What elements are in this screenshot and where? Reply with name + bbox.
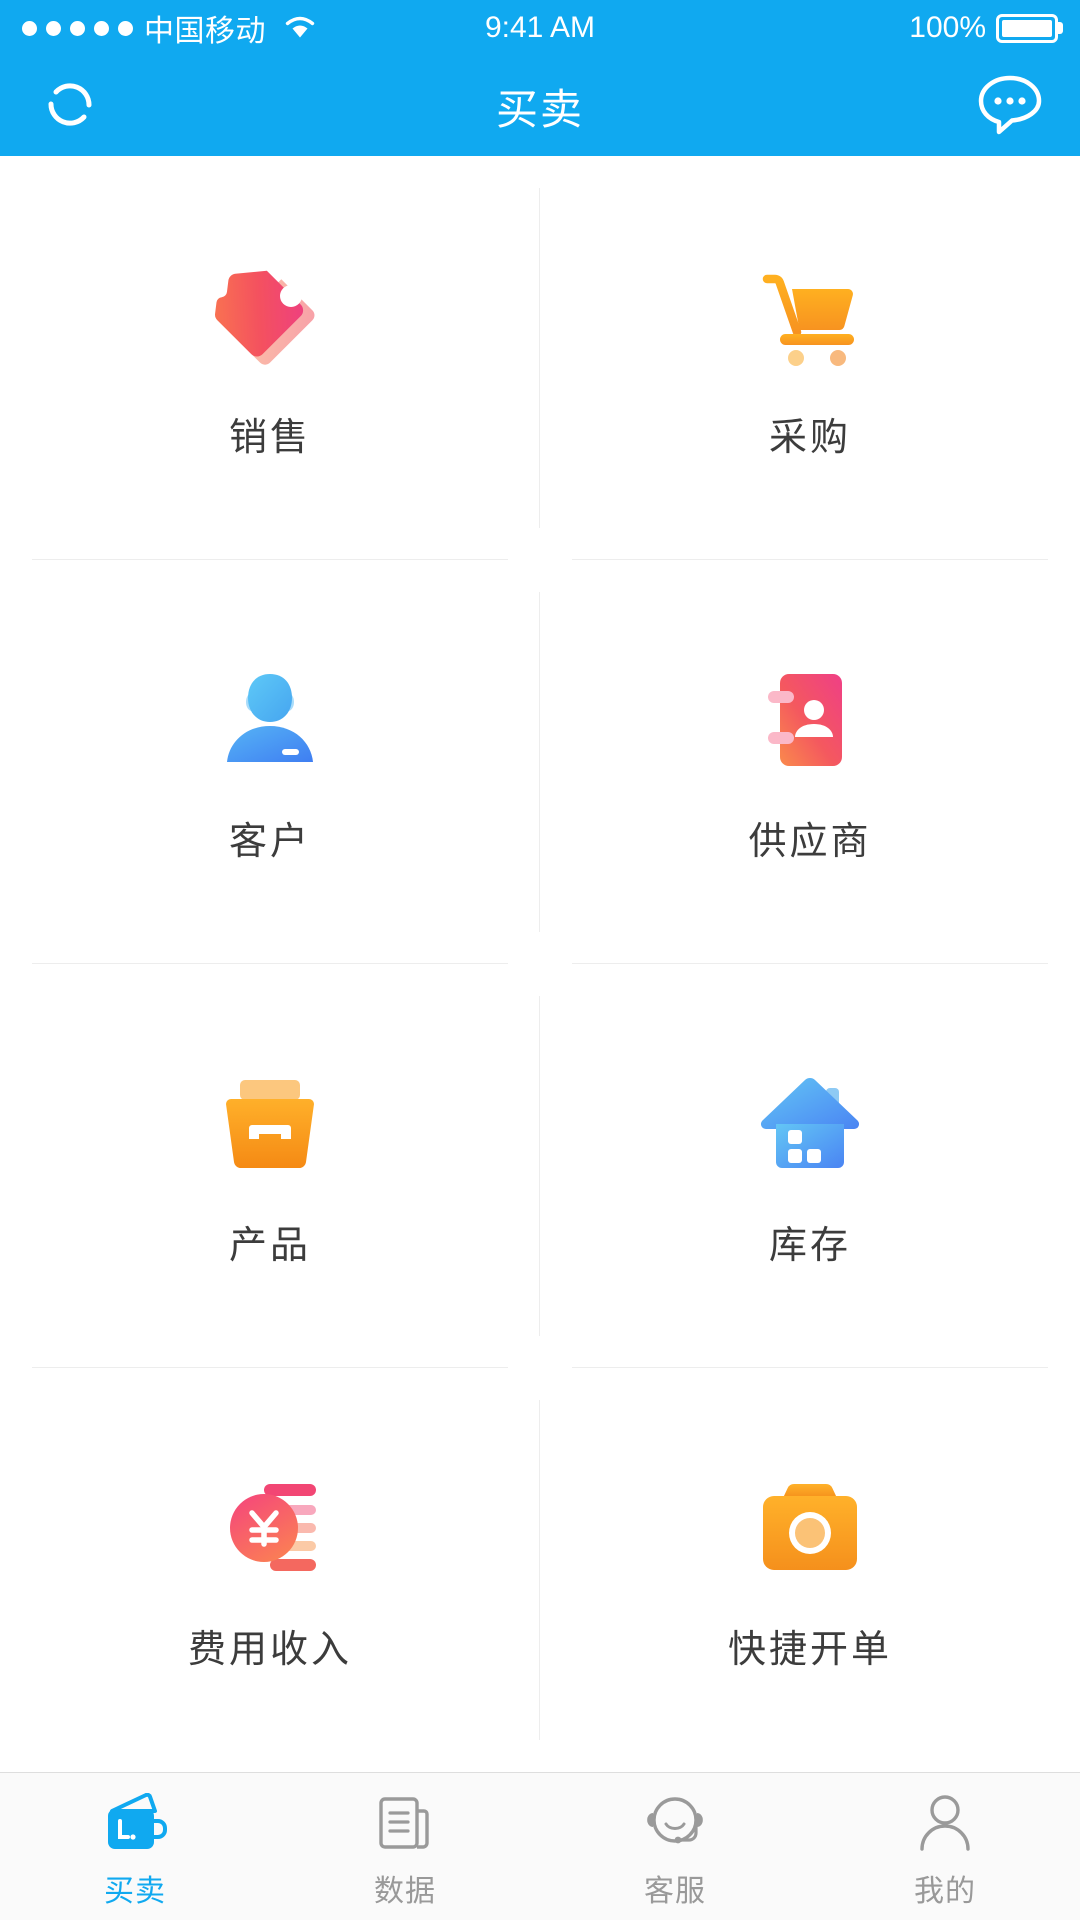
person-icon: [912, 1790, 978, 1858]
tab-label: 买卖: [104, 1874, 166, 1908]
grid-item-label: 采购: [768, 416, 851, 459]
nav-bar: 买卖: [0, 56, 1080, 156]
grid-item-customer[interactable]: 客户: [0, 560, 540, 964]
grid-item-supplier[interactable]: 供应商: [540, 560, 1080, 964]
grid-item-expense-income[interactable]: 费用收入: [0, 1368, 540, 1772]
grid-item-label: 客户: [228, 820, 311, 863]
grid-item-label: 费用收入: [187, 1628, 352, 1671]
signal-dots-icon: [22, 20, 133, 36]
feature-grid: 销售 采购 客户 供应商 产品 库存 费用收入 快捷开单: [0, 156, 1080, 1772]
wifi-icon: [283, 13, 317, 44]
grid-item-label: 产品: [228, 1224, 311, 1267]
tab-label: 客服: [644, 1874, 706, 1908]
message-bubble-icon: [974, 70, 1046, 143]
tab-label: 我的: [914, 1874, 976, 1908]
bottom-tab-bar: 买卖 数据 客服 我的: [0, 1772, 1080, 1920]
customer-person-icon: [210, 660, 330, 780]
camera-icon: [750, 1468, 870, 1588]
carrier-label: 中国移动: [144, 15, 266, 48]
yuan-coin-icon: [210, 1468, 330, 1588]
wallet-icon: [102, 1790, 168, 1858]
tab-label: 数据: [374, 1874, 436, 1908]
address-book-icon: [750, 660, 870, 780]
grid-item-label: 销售: [228, 416, 311, 459]
headset-icon: [642, 1790, 708, 1858]
app-screen: 中国移动 9:41 AM 100% 买卖 销售 采购 客户 供应商 产品 库存 …: [0, 0, 1080, 1920]
status-bar-left: 中国移动: [22, 6, 317, 50]
refresh-button[interactable]: [32, 68, 108, 144]
grid-item-sales[interactable]: 销售: [0, 156, 540, 560]
shopping-cart-icon: [750, 256, 870, 376]
page-title: 买卖: [495, 85, 584, 133]
grid-item-label: 库存: [768, 1224, 851, 1267]
battery-full-icon: [996, 13, 1058, 43]
document-icon: [372, 1790, 438, 1858]
status-bar-right: 100%: [909, 11, 1058, 45]
refresh-icon: [38, 72, 102, 141]
grid-item-product[interactable]: 产品: [0, 964, 540, 1368]
grid-item-purchase[interactable]: 采购: [540, 156, 1080, 560]
warehouse-house-icon: [750, 1064, 870, 1184]
battery-percent-label: 100%: [909, 11, 986, 44]
tab-support[interactable]: 客服: [540, 1773, 810, 1920]
message-button[interactable]: [972, 68, 1048, 144]
grid-item-label: 快捷开单: [727, 1628, 892, 1671]
grid-item-label: 供应商: [748, 820, 872, 863]
status-bar: 中国移动 9:41 AM 100%: [0, 0, 1080, 56]
tab-trade[interactable]: 买卖: [0, 1773, 270, 1920]
tab-data[interactable]: 数据: [270, 1773, 540, 1920]
tab-profile[interactable]: 我的: [810, 1773, 1080, 1920]
price-tag-icon: [210, 256, 330, 376]
storage-box-icon: [210, 1064, 330, 1184]
grid-item-inventory[interactable]: 库存: [540, 964, 1080, 1368]
grid-item-quick-billing[interactable]: 快捷开单: [540, 1368, 1080, 1772]
